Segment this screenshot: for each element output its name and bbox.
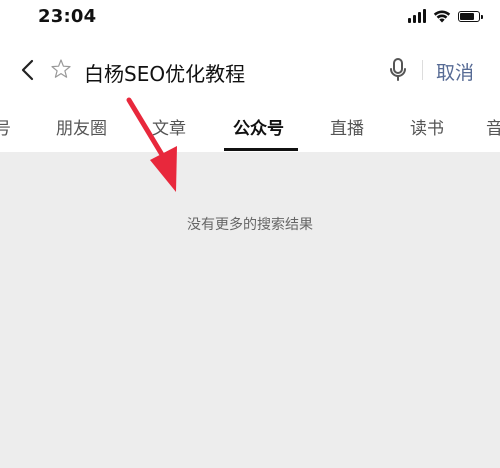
tab-books[interactable]: 读书	[410, 114, 444, 139]
tab-live[interactable]: 直播	[330, 114, 364, 139]
signal-icon	[408, 9, 426, 23]
wifi-icon	[433, 10, 451, 23]
status-icons	[408, 8, 483, 24]
status-time: 23:04	[38, 6, 97, 27]
battery-icon	[458, 10, 483, 22]
back-icon[interactable]	[16, 56, 40, 84]
active-tab-indicator	[224, 148, 298, 151]
tab-official-accounts[interactable]: 公众号	[233, 114, 284, 139]
search-divider	[422, 60, 423, 80]
tab-partial-right[interactable]: 音	[486, 114, 500, 139]
cancel-button[interactable]: 取消	[436, 58, 474, 85]
search-results-area: 没有更多的搜索结果	[0, 152, 500, 468]
tab-partial-left[interactable]: 号	[0, 114, 11, 139]
tab-articles[interactable]: 文章	[152, 114, 186, 139]
battery-fill	[460, 12, 474, 20]
search-bar: 白杨SEO优化教程 取消	[0, 44, 500, 96]
empty-results-message: 没有更多的搜索结果	[187, 217, 313, 233]
search-input[interactable]: 白杨SEO优化教程	[84, 58, 245, 87]
star-icon[interactable]	[50, 58, 72, 80]
status-bar: 23:04	[0, 0, 500, 34]
search-type-tabs: 号 朋友圈 文章 公众号 直播 读书 音	[0, 104, 500, 152]
tab-moments[interactable]: 朋友圈	[56, 114, 107, 139]
mic-icon[interactable]	[386, 56, 410, 84]
